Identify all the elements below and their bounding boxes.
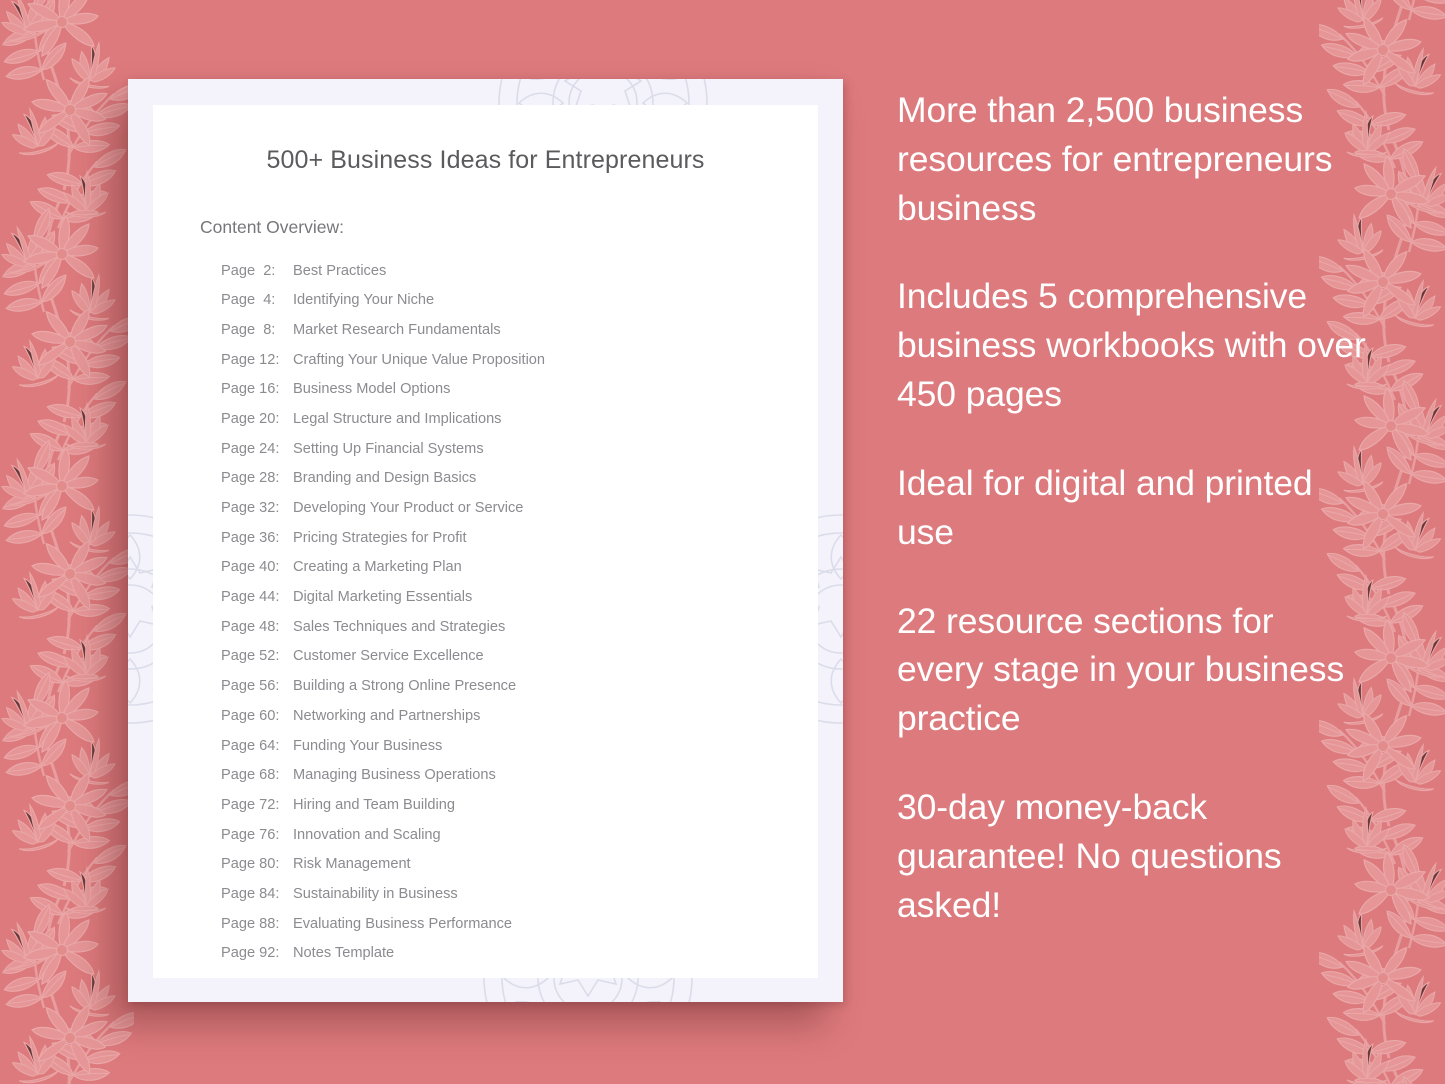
list-item: Page 68: Managing Business Operations xyxy=(221,761,818,791)
promo-block: 30-day money-back guarantee! No question… xyxy=(897,786,1282,925)
list-item: Page 2: Best Practices xyxy=(221,256,818,286)
page-title: 500+ Business Ideas for Entrepreneurs xyxy=(266,146,705,174)
list-item: Page 12: Crafting Your Unique Value Propo… xyxy=(221,345,818,375)
toc-entry-title: Customer Service Excellence xyxy=(293,648,484,665)
toc-page-number: Page 28: xyxy=(221,470,280,487)
list-item: Page 16: Business Model Options xyxy=(221,375,818,405)
toc-page-number: Page 24: xyxy=(221,440,280,457)
promo-block: 22 resource sections for every stage in … xyxy=(897,600,1345,739)
toc-entry-title: Sales Techniques and Strategies xyxy=(293,618,506,635)
promo-block: Includes 5 comprehensive business workbo… xyxy=(897,276,1366,415)
toc-entry-title: Setting Up Financial Systems xyxy=(293,440,484,457)
toc-entry-title: Sustainability in Business xyxy=(293,885,458,902)
toc-entry-title: Networking and Partnerships xyxy=(293,707,481,724)
list-item: Page 24: Setting Up Financial Systems xyxy=(221,434,818,464)
toc-page-number: Page 16: xyxy=(221,381,280,398)
toc-page-number: Page 60: xyxy=(221,707,280,724)
promo-block: More than 2,500 business resources for e… xyxy=(897,90,1333,228)
document-preview-card: 500+ Business Ideas for Entrepreneurs Co… xyxy=(128,79,843,1002)
list-item: Page 56: Building a Strong Online Presenc… xyxy=(221,672,818,702)
content-overview-label: Content Overview: xyxy=(200,217,344,237)
table-of-contents: Page 2: Best Practices Page 4: Identifying … xyxy=(153,256,818,969)
toc-page-number: Page 84: xyxy=(221,885,280,902)
toc-page-number: Page 64: xyxy=(221,737,280,754)
list-item: Page 40: Creating a Marketing Plan xyxy=(221,553,818,583)
promo-block: Ideal for digital and printed use xyxy=(897,462,1313,552)
toc-entry-title: Business Model Options xyxy=(293,381,451,398)
toc-entry-title: Risk Management xyxy=(293,856,411,873)
toc-entry-title: Developing Your Product or Service xyxy=(293,500,524,517)
toc-entry-title: Market Research Fundamentals xyxy=(293,321,501,338)
promo-text-column: More than 2,500 business resources for e… xyxy=(897,86,1367,929)
toc-page-number: Page 20: xyxy=(221,410,280,427)
toc-page-number: Page 32: xyxy=(221,500,280,517)
toc-entry-title: Hiring and Team Building xyxy=(293,796,455,813)
toc-entry-title: Digital Marketing Essentials xyxy=(293,589,473,606)
list-item: Page 88: Evaluating Business Performance xyxy=(221,909,818,939)
list-item: Page 80: Risk Management xyxy=(221,850,818,880)
list-item: Page 60: Networking and Partnerships xyxy=(221,701,818,731)
list-item: Page 72: Hiring and Team Building xyxy=(221,790,818,820)
document-page: 500+ Business Ideas for Entrepreneurs Co… xyxy=(153,105,818,978)
toc-page-number: Page 68: xyxy=(221,767,280,784)
list-item: Page 52: Customer Service Excellence xyxy=(221,642,818,672)
list-item: Page 76: Innovation and Scaling xyxy=(221,820,818,850)
toc-entry-title: Notes Template xyxy=(293,945,395,962)
toc-page-number: Page 44: xyxy=(221,589,280,606)
toc-page-number: Page 80: xyxy=(221,856,280,873)
promotional-listing-image: 500+ Business Ideas for Entrepreneurs Co… xyxy=(0,0,1445,1084)
toc-page-number: Page 56: xyxy=(221,678,280,695)
toc-entry-title: Branding and Design Basics xyxy=(293,470,477,487)
toc-entry-title: Evaluating Business Performance xyxy=(293,915,513,932)
toc-page-number: Page 40: xyxy=(221,559,280,576)
list-item: Page 48: Sales Techniques and Strategies xyxy=(221,612,818,642)
toc-page-number: Page 12: xyxy=(221,351,280,368)
toc-entry-title: Identifying Your Niche xyxy=(293,292,435,309)
toc-entry-title: Crafting Your Unique Value Proposition xyxy=(293,351,546,368)
toc-page-number: Page 4: xyxy=(221,292,276,309)
toc-entry-title: Innovation and Scaling xyxy=(293,826,441,843)
toc-page-number: Page 76: xyxy=(221,826,280,843)
toc-entry-title: Pricing Strategies for Profit xyxy=(293,529,467,546)
toc-page-number: Page 88: xyxy=(221,915,280,932)
toc-entry-title: Creating a Marketing Plan xyxy=(293,559,462,576)
toc-page-number: Page 72: xyxy=(221,796,280,813)
toc-entry-title: Managing Business Operations xyxy=(293,767,496,784)
list-item: Page 92: Notes Template xyxy=(221,939,818,969)
list-item: Page 8: Market Research Fundamentals xyxy=(221,315,818,345)
list-item: Page 4: Identifying Your Niche xyxy=(221,286,818,316)
list-item: Page 32: Developing Your Product or Servi… xyxy=(221,494,818,524)
toc-entry-title: Funding Your Business xyxy=(293,737,443,754)
toc-page-number: Page 36: xyxy=(221,529,280,546)
list-item: Page 84: Sustainability in Business xyxy=(221,879,818,909)
floral-vine-left-icon xyxy=(0,0,134,1084)
list-item: Page 36: Pricing Strategies for Profit xyxy=(221,523,818,553)
toc-page-number: Page 52: xyxy=(221,648,280,665)
toc-page-number: Page 8: xyxy=(221,321,276,338)
list-item: Page 20: Legal Structure and Implications xyxy=(221,404,818,434)
toc-entry-title: Legal Structure and Implications xyxy=(293,410,502,427)
toc-entry-title: Best Practices xyxy=(293,262,387,279)
toc-page-number: Page 2: xyxy=(221,262,276,279)
toc-page-number: Page 48: xyxy=(221,618,280,635)
toc-entry-title: Building a Strong Online Presence xyxy=(293,678,517,695)
toc-page-number: Page 92: xyxy=(221,945,280,962)
list-item: Page 44: Digital Marketing Essentials xyxy=(221,583,818,613)
list-item: Page 64: Funding Your Business xyxy=(221,731,818,761)
list-item: Page 28: Branding and Design Basics xyxy=(221,464,818,494)
